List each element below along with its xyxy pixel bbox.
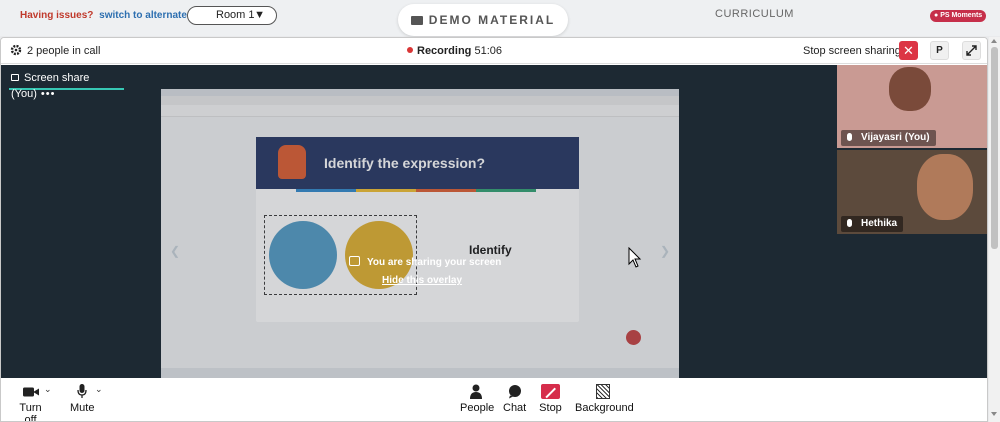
mic-icon [847,133,852,141]
participant-video [889,67,931,111]
recording-label: Recording [417,45,472,57]
mic-label: Mute [70,402,95,414]
expand-icon [966,45,977,56]
screen-icon [11,74,19,81]
demo-material-tab[interactable]: DEMO MATERIAL [398,4,568,36]
camera-label: Turn off [19,402,42,422]
folder-icon [410,16,423,25]
camera-button[interactable]: Turn off [14,384,47,422]
stop-sharing-button[interactable]: ✕ [899,41,918,60]
recording-status: Recording 51:06 [407,45,502,57]
mic-icon [847,219,852,227]
demo-material-label: DEMO MATERIAL [428,13,556,27]
call-window: 2 people in call Recording 51:06 Stop sc… [0,37,988,422]
person-icon [470,384,482,399]
moments-label: PS Moments [940,12,983,19]
mic-button[interactable]: Mute [70,384,95,414]
participant-name-text: Vijayasri (You) [861,132,930,143]
expand-button[interactable] [962,41,981,60]
stop-share-button[interactable]: Stop [539,384,562,414]
close-icon: ✕ [903,43,914,58]
ps-moments-badge[interactable]: ● PS Moments [930,10,987,22]
share-screen-icon [349,256,360,266]
chat-button[interactable]: Chat [503,384,526,414]
people-button[interactable]: People [460,384,495,414]
shared-screen: Identify the expression? Identify [161,89,679,378]
gear-icon[interactable] [10,44,22,56]
top-strip: Having issues? switch to alternate room … [0,0,1000,36]
stop-sharing-label: Stop screen sharing [803,45,901,57]
background-label: Background [575,402,634,414]
room-select-value: Room 1 [216,9,255,21]
chevron-down-icon: ▼ [254,9,265,21]
participant-tile[interactable]: Hethika [837,150,987,234]
issue-notice: Having issues? switch to alternate room [20,10,215,21]
room-select[interactable]: Room 1 ▼ [187,6,277,25]
scroll-up-icon[interactable] [991,39,997,43]
sharing-message: You are sharing your screen [349,256,501,268]
scroll-down-icon[interactable] [991,412,997,416]
curriculum-tab[interactable]: CURRICULUM [715,8,794,20]
video-stage: Screen share (You) ••• Identify the expre… [1,65,987,378]
participant-video [917,154,973,220]
more-icon[interactable]: ••• [41,88,56,100]
page-scrollbar[interactable] [989,37,1000,422]
call-toolbar: Turn off ⌄ Mute ⌄ People Chat Stop Backg… [1,378,987,422]
chevron-right-icon[interactable]: ❯ [660,244,670,258]
chat-icon [508,385,521,399]
sharing-message-text: You are sharing your screen [367,257,502,268]
participant-name: Vijayasri (You) [841,130,936,146]
people-label: People [460,402,495,414]
recording-dot-icon [407,47,413,53]
participant-tile[interactable]: Vijayasri (You) [837,65,987,148]
recording-time: 51:06 [474,45,502,57]
background-icon [596,384,610,399]
chevron-left-icon[interactable]: ❮ [170,244,180,258]
chevron-down-icon[interactable]: ⌄ [95,384,103,395]
scroll-thumb[interactable] [991,47,998,249]
chevron-down-icon[interactable]: ⌄ [44,384,52,395]
presenter-button[interactable]: P [930,41,949,60]
video-camera-icon [22,387,39,397]
chat-label: Chat [503,402,527,414]
microphone-icon [76,384,87,398]
cursor-icon [628,247,642,268]
people-count: 2 people in call [27,45,101,57]
stop-share-icon [541,384,560,399]
call-header: 2 people in call Recording 51:06 Stop sc… [1,38,987,64]
issue-text: Having issues? [20,10,94,21]
background-button[interactable]: Background [575,384,634,414]
hide-overlay-link[interactable]: Hide this overlay [382,275,462,286]
sharing-overlay [161,89,679,378]
screen-share-tab[interactable]: Screen share (You) ••• [9,70,124,100]
moments-icon: ● [934,12,939,19]
participant-name: Hethika [841,216,904,232]
participant-name-text: Hethika [861,218,898,229]
stop-label: Stop [539,402,562,414]
